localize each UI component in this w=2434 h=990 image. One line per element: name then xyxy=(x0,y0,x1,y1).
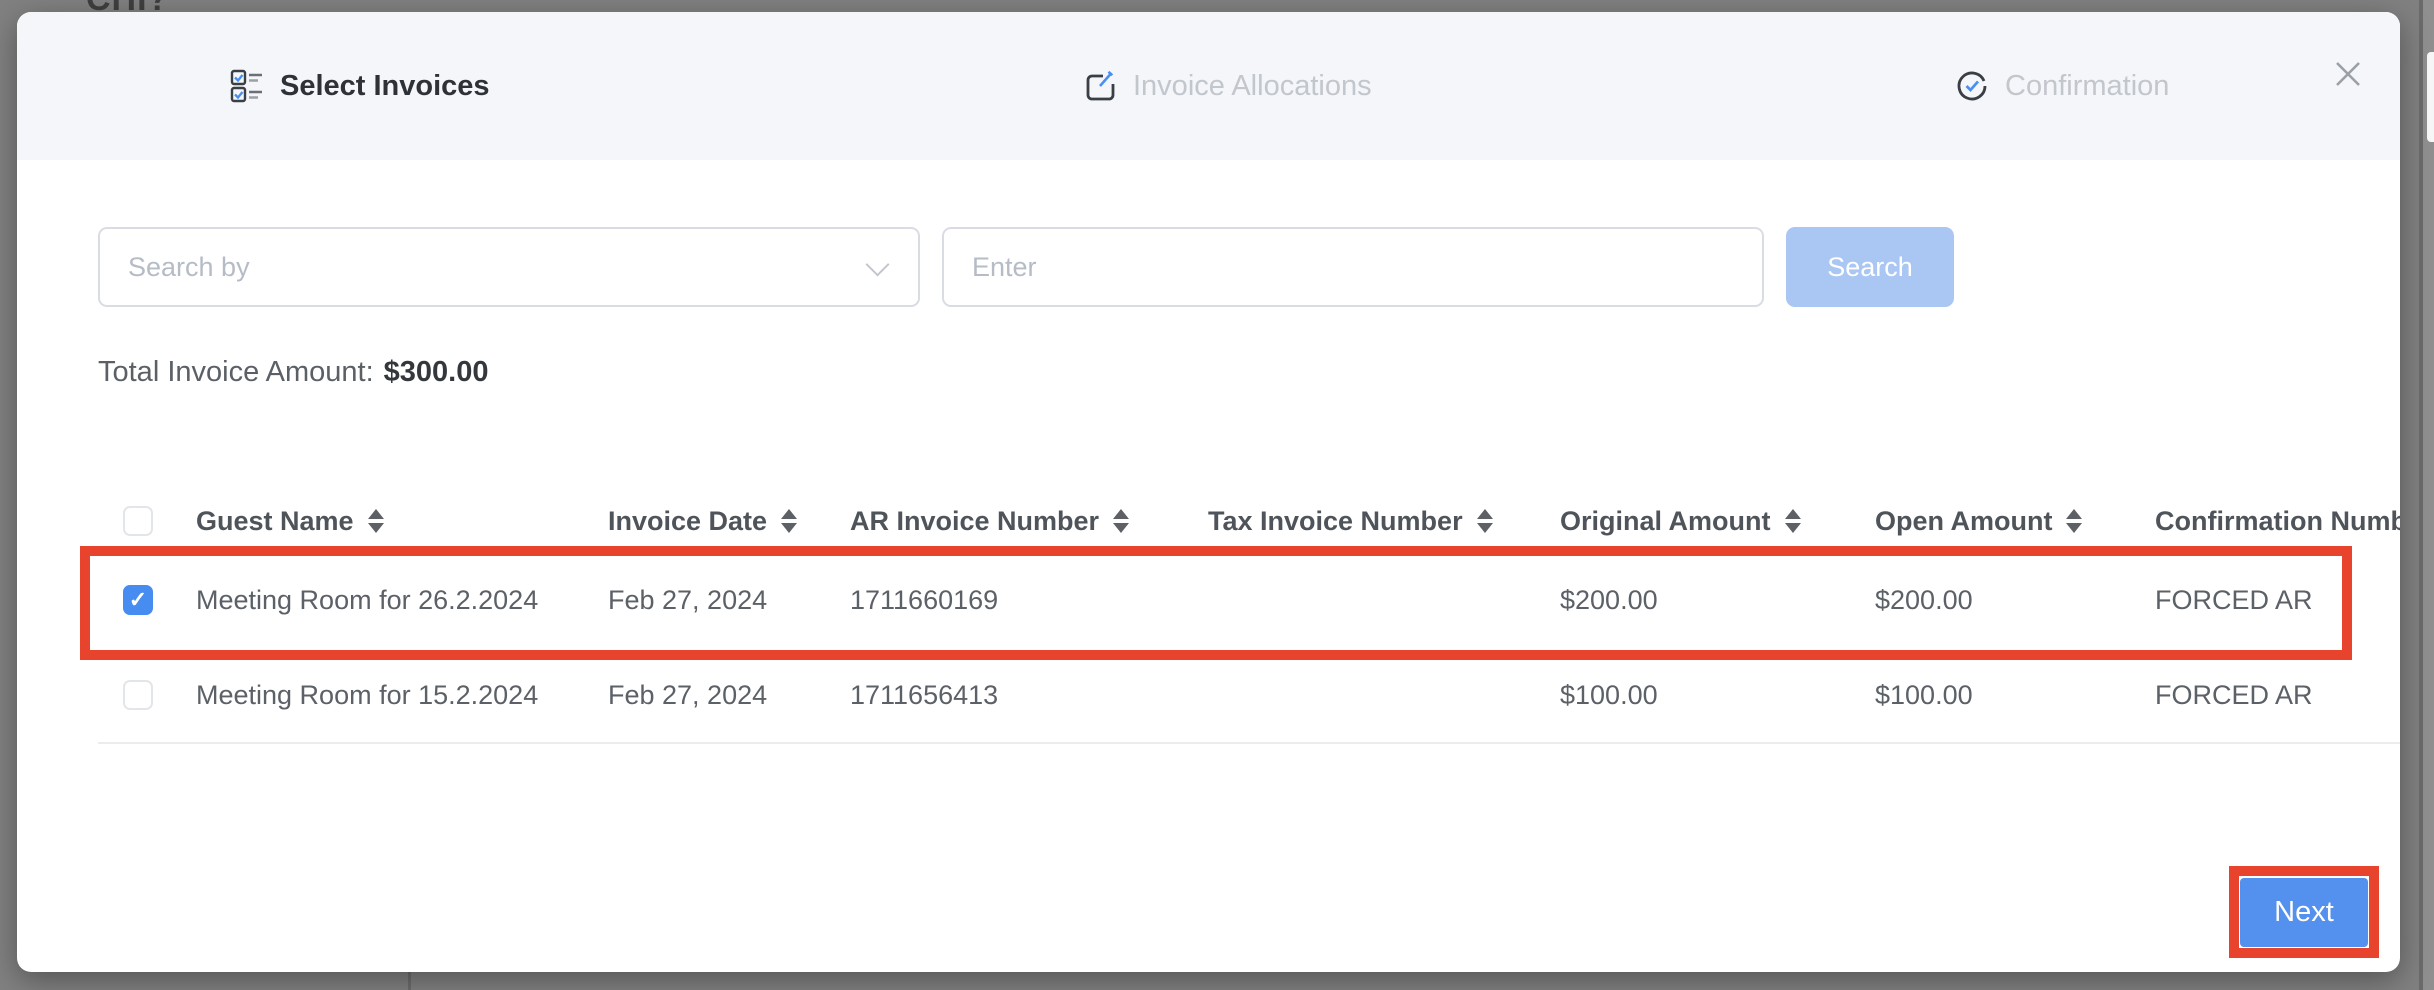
step-select-invoices[interactable]: Select Invoices xyxy=(230,12,490,160)
cell-original-amount: $100.00 xyxy=(1560,680,1875,711)
invoices-table: Guest Name Invoice Date AR Invoice Numbe… xyxy=(98,490,2400,744)
check-circle-icon xyxy=(1955,69,1989,103)
cell-guest-name: Meeting Room for 26.2.2024 xyxy=(196,585,608,616)
step-label: Confirmation xyxy=(2005,70,2169,103)
search-button[interactable]: Search xyxy=(1786,227,1954,307)
sort-icon[interactable] xyxy=(1785,509,1801,533)
column-header-confirmation-number: Confirmation Number xyxy=(2155,506,2400,537)
column-header-ar-invoice-number: AR Invoice Number xyxy=(850,506,1208,537)
table-row[interactable]: Meeting Room for 26.2.2024 Feb 27, 2024 … xyxy=(98,552,2400,648)
table-header-row: Guest Name Invoice Date AR Invoice Numbe… xyxy=(98,490,2400,552)
background-right-panel-sliver xyxy=(2427,52,2434,142)
total-label: Total Invoice Amount: xyxy=(98,356,374,388)
search-by-placeholder: Search by xyxy=(128,252,250,283)
column-header-guest-name: Guest Name xyxy=(196,506,608,537)
close-icon[interactable] xyxy=(2322,48,2374,100)
total-invoice-amount: Total Invoice Amount: $300.00 xyxy=(98,356,488,389)
sort-icon[interactable] xyxy=(2066,509,2082,533)
column-header-tax-invoice-number: Tax Invoice Number xyxy=(1208,506,1560,537)
total-value: $300.00 xyxy=(384,356,489,388)
step-invoice-allocations[interactable]: Invoice Allocations xyxy=(1083,12,1372,160)
cell-original-amount: $200.00 xyxy=(1560,585,1875,616)
cell-ar-invoice-number: 1711656413 xyxy=(850,680,1208,711)
column-header-open-amount: Open Amount xyxy=(1875,506,2155,537)
checklist-icon xyxy=(230,69,264,103)
cell-confirmation-number: FORCED AR xyxy=(2155,680,2400,711)
edit-icon xyxy=(1083,69,1117,103)
cell-guest-name: Meeting Room for 15.2.2024 xyxy=(196,680,608,711)
step-label: Select Invoices xyxy=(280,70,490,103)
step-confirmation[interactable]: Confirmation xyxy=(1955,12,2169,160)
column-header-original-amount: Original Amount xyxy=(1560,506,1875,537)
search-by-select[interactable]: Search by xyxy=(98,227,920,307)
background-divider xyxy=(408,970,411,990)
sort-icon[interactable] xyxy=(368,509,384,533)
sort-icon[interactable] xyxy=(1113,509,1129,533)
next-button[interactable]: Next xyxy=(2240,878,2368,947)
step-label: Invoice Allocations xyxy=(1133,70,1372,103)
sort-icon[interactable] xyxy=(1477,509,1493,533)
cell-open-amount: $200.00 xyxy=(1875,585,2155,616)
sort-icon[interactable] xyxy=(781,509,797,533)
background-right-strip xyxy=(2423,0,2434,990)
cell-open-amount: $100.00 xyxy=(1875,680,2155,711)
select-all-checkbox[interactable] xyxy=(123,506,153,536)
row-checkbox[interactable] xyxy=(123,680,153,710)
row-checkbox[interactable] xyxy=(123,585,153,615)
select-invoices-dialog: Select Invoices Invoice Allocations Conf… xyxy=(17,12,2400,972)
cell-confirmation-number: FORCED AR xyxy=(2155,585,2400,616)
column-header-invoice-date: Invoice Date xyxy=(608,506,850,537)
cell-invoice-date: Feb 27, 2024 xyxy=(608,585,850,616)
chevron-down-icon xyxy=(865,252,889,276)
table-row[interactable]: Meeting Room for 15.2.2024 Feb 27, 2024 … xyxy=(98,648,2400,744)
cell-invoice-date: Feb 27, 2024 xyxy=(608,680,850,711)
cell-ar-invoice-number: 1711660169 xyxy=(850,585,1208,616)
wizard-steps-header: Select Invoices Invoice Allocations Conf… xyxy=(17,12,2400,160)
search-term-input[interactable] xyxy=(942,227,1764,307)
